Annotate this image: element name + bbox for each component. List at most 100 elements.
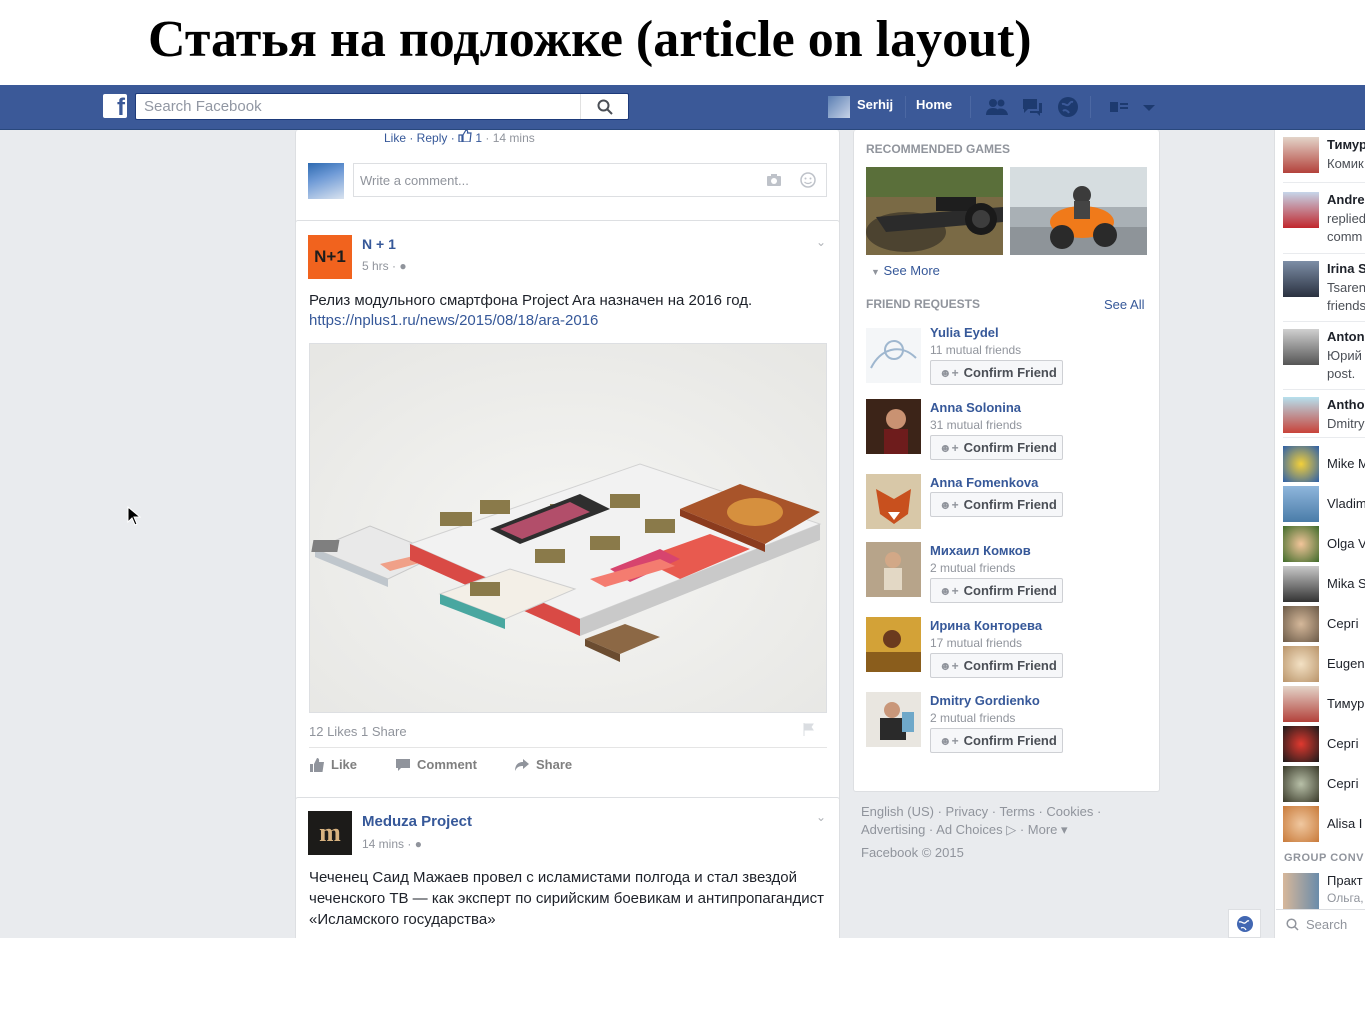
- friend-requests-icon[interactable]: [985, 95, 1009, 119]
- facebook-screenshot: f Serhij Home: [0, 85, 1365, 938]
- friend-request-photo[interactable]: [866, 692, 921, 747]
- friend-request-mutual[interactable]: 2 mutual friends: [930, 711, 1015, 725]
- emoji-icon[interactable]: [800, 172, 816, 188]
- ticker-item[interactable]: Andre replied comm: [1283, 192, 1365, 252]
- page-logo-n1[interactable]: N+1: [308, 235, 352, 279]
- confirm-friend-button[interactable]: ☻+ Confirm Friend: [930, 728, 1063, 753]
- confirm-friend-button[interactable]: ☻+ Confirm Friend: [930, 492, 1063, 517]
- ticker-item[interactable]: Antho Dmitry: [1283, 397, 1365, 437]
- post-text: Релиз модульного смартфона Project Ara н…: [309, 292, 753, 309]
- friend-request-mutual[interactable]: 31 mutual friends: [930, 418, 1022, 432]
- comment-actions: Like · Reply · 1 · 14 mins: [384, 129, 535, 145]
- chat-contact[interactable]: Vladim: [1283, 486, 1365, 522]
- friend-request-name[interactable]: Михаил Комков: [930, 543, 1031, 558]
- comment-input[interactable]: Write a comment...: [353, 163, 827, 197]
- comment-button[interactable]: Comment: [395, 757, 477, 772]
- ticker-item[interactable]: Тимур Комик: [1283, 137, 1365, 179]
- facebook-logo-icon[interactable]: f: [103, 94, 127, 118]
- search-box[interactable]: [135, 93, 629, 120]
- friend-request-mutual[interactable]: 17 mutual friends: [930, 636, 1022, 650]
- friend-request-mutual[interactable]: 11 mutual friends: [930, 343, 1021, 357]
- profile-link[interactable]: Serhij: [857, 97, 893, 112]
- ticker-item[interactable]: Anton Юрий post.: [1283, 329, 1365, 389]
- comment-action-links[interactable]: Like · Reply ·: [384, 131, 458, 145]
- messages-icon[interactable]: [1020, 95, 1044, 119]
- friend-request-name[interactable]: Ирина Конторева: [930, 618, 1042, 633]
- confirm-friend-label: Confirm Friend: [963, 440, 1057, 455]
- contact-avatar: [1283, 686, 1319, 722]
- add-friend-icon: ☻+: [939, 583, 959, 598]
- contact-avatar: [1283, 766, 1319, 802]
- search-input[interactable]: [136, 94, 576, 119]
- chat-contact[interactable]: Mika S: [1283, 566, 1365, 602]
- post-image-project-ara[interactable]: [309, 343, 827, 713]
- confirm-friend-button[interactable]: ☻+ Confirm Friend: [930, 435, 1063, 460]
- page-logo-meduza[interactable]: m: [308, 811, 352, 855]
- chat-contact[interactable]: Eugen: [1283, 646, 1365, 682]
- ticker-divider: [1283, 182, 1365, 183]
- confirm-friend-button[interactable]: ☻+ Confirm Friend: [930, 578, 1063, 603]
- contact-name: Сергі: [1327, 616, 1359, 631]
- post-options-chevron-down-icon[interactable]: ⌄: [816, 810, 826, 824]
- footer-links[interactable]: English (US) · Privacy · Terms · Cookies…: [861, 804, 1101, 819]
- friend-request-name[interactable]: Yulia Eydel: [930, 325, 999, 340]
- chat-search[interactable]: Search: [1276, 909, 1365, 938]
- flag-icon[interactable]: [802, 722, 816, 736]
- chat-contact[interactable]: Сергі: [1283, 726, 1365, 762]
- friend-request-photo[interactable]: [866, 399, 921, 454]
- like-button[interactable]: Like: [309, 757, 357, 772]
- contact-name: Mike M: [1327, 456, 1365, 471]
- post-author[interactable]: N + 1: [362, 236, 396, 252]
- ticker-item[interactable]: Irina S Tsaren friends: [1283, 261, 1365, 321]
- chat-contact[interactable]: Alisa I: [1283, 806, 1365, 842]
- friend-request-name[interactable]: Anna Solonina: [930, 400, 1021, 415]
- share-button[interactable]: Share: [514, 757, 572, 772]
- friend-request-photo[interactable]: [866, 617, 921, 672]
- friend-request-name[interactable]: Anna Fomenkova: [930, 475, 1038, 490]
- friend-request-mutual[interactable]: 2 mutual friends: [930, 561, 1015, 575]
- confirm-friend-button[interactable]: ☻+ Confirm Friend: [930, 360, 1063, 385]
- ticker-avatar: [1283, 137, 1319, 173]
- game-thumbnail-moto[interactable]: [1010, 167, 1147, 255]
- contact-name: Olga V: [1327, 536, 1365, 551]
- chat-contact[interactable]: Сергі: [1283, 606, 1365, 642]
- chat-contact[interactable]: Mike M: [1283, 446, 1365, 482]
- privacy-shortcuts-icon[interactable]: [1107, 95, 1131, 119]
- post-link[interactable]: https://nplus1.ru/news/2015/08/18/ara-20…: [309, 312, 598, 329]
- see-all-link[interactable]: See All: [1104, 297, 1144, 312]
- chat-contact[interactable]: Тимур: [1283, 686, 1365, 722]
- ticker-name: Irina S: [1327, 261, 1365, 276]
- friend-request-photo[interactable]: [866, 542, 921, 597]
- notifications-globe-icon[interactable]: [1056, 95, 1080, 119]
- contact-name: Тимур: [1327, 696, 1365, 711]
- account-menu-chevron-down-icon[interactable]: [1137, 95, 1161, 119]
- confirm-friend-button[interactable]: ☻+ Confirm Friend: [930, 653, 1063, 678]
- chat-contact[interactable]: Сергі: [1283, 766, 1365, 802]
- contact-name: Alisa I: [1327, 816, 1363, 831]
- post-stats[interactable]: 12 Likes 1 Share: [309, 724, 407, 739]
- post-timestamp[interactable]: 5 hrs · ●: [362, 259, 407, 273]
- footer-links[interactable]: Advertising · Ad Choices ▷ · More ▾: [861, 822, 1068, 838]
- home-link[interactable]: Home: [916, 97, 952, 112]
- friend-request-name[interactable]: Dmitry Gordienko: [930, 693, 1040, 708]
- confirm-friend-label: Confirm Friend: [963, 658, 1057, 673]
- group-conversation[interactable]: Практ Ольга,: [1283, 873, 1365, 909]
- mouse-cursor-icon: [127, 506, 141, 526]
- friend-request-photo[interactable]: [866, 474, 921, 529]
- contact-avatar: [1283, 646, 1319, 682]
- post-author[interactable]: Meduza Project: [362, 813, 472, 830]
- chat-options-button[interactable]: [1228, 909, 1261, 938]
- post-options-chevron-down-icon[interactable]: ⌄: [816, 235, 826, 249]
- camera-icon[interactable]: [766, 173, 782, 187]
- friend-request-photo[interactable]: [866, 328, 921, 383]
- search-button[interactable]: [580, 94, 628, 119]
- game-thumbnail-sniper[interactable]: [866, 167, 1003, 255]
- contact-name: Eugen: [1327, 656, 1365, 671]
- chat-contact[interactable]: Olga V: [1283, 526, 1365, 562]
- ticker-divider: [1283, 253, 1365, 254]
- profile-avatar[interactable]: [828, 96, 850, 118]
- confirm-friend-label: Confirm Friend: [963, 497, 1057, 512]
- post-text: Чеченец Саид Мажаев провел с исламистами…: [309, 869, 825, 928]
- see-more-games-link[interactable]: ▼ See More: [871, 263, 940, 278]
- post-timestamp[interactable]: 14 mins · ●: [362, 837, 422, 851]
